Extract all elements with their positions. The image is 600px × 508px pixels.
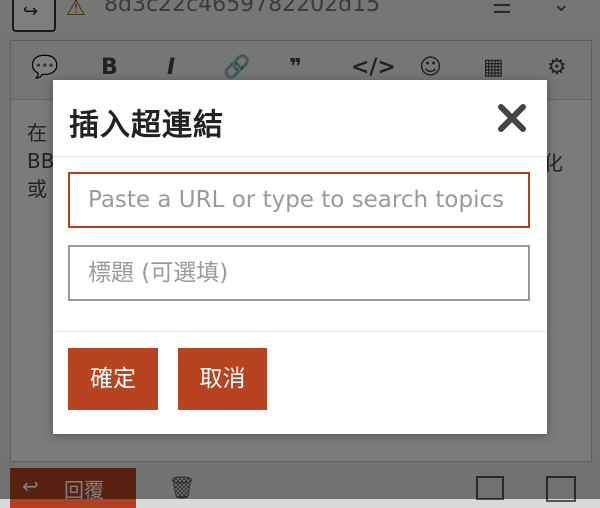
- dialog-body: [53, 157, 547, 331]
- dialog-header: 插入超連結: [53, 80, 547, 157]
- close-icon: [498, 104, 526, 132]
- url-input[interactable]: [68, 172, 530, 228]
- link-title-input[interactable]: [68, 245, 530, 301]
- cancel-button[interactable]: 取消: [178, 348, 267, 410]
- dialog-title: 插入超連結: [69, 108, 224, 143]
- confirm-button[interactable]: 確定: [68, 348, 158, 410]
- dialog-footer: 確定 取消: [53, 331, 547, 435]
- close-button[interactable]: [493, 98, 531, 138]
- insert-link-dialog: 插入超連結 確定 取消: [53, 80, 547, 434]
